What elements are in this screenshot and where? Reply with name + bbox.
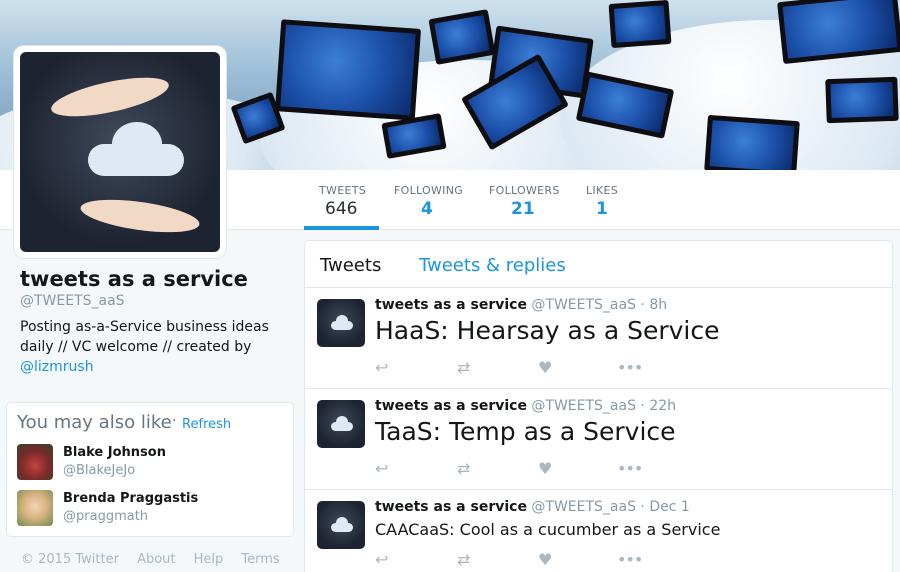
tweet-avatar[interactable] [317,501,365,549]
tweet-time-separator: · [635,398,650,414]
suggestion-item[interactable]: Blake Johnson @BlakeJeJo [17,444,287,482]
tweet-actions: ↩ ⇄ ♥ ••• [375,551,655,569]
retweet-icon[interactable]: ⇄ [457,460,470,478]
stat-tweets[interactable]: TWEETS 646 [319,184,366,219]
reply-icon[interactable]: ↩ [375,359,388,377]
timeline-tabs: Tweets Tweets & replies [305,241,892,288]
module-separator: · [172,413,177,429]
profile-bio-link[interactable]: @lizmrush [20,359,94,375]
stat-tweets-label: TWEETS [319,184,366,197]
reply-icon[interactable]: ↩ [375,551,388,569]
stat-following[interactable]: FOLLOWING 4 [394,184,463,219]
footer: © 2015 Twitter About Help Terms [21,552,294,567]
tweet[interactable]: tweets as a service @TWEETS_aaS · 22h Ta… [305,389,892,490]
tweet-header: tweets as a service @TWEETS_aaS · Dec 1 [375,499,690,515]
tweet-timestamp[interactable]: 22h [649,398,676,414]
tweet-time-separator: · [635,499,650,515]
tweet-author-name[interactable]: tweets as a service [375,398,527,414]
tweet-text: CAACaaS: Cool as a cucumber as a Service [375,520,721,539]
refresh-link[interactable]: Refresh [182,417,231,432]
reply-icon[interactable]: ↩ [375,460,388,478]
heart-icon[interactable]: ♥ [538,359,552,377]
tweet-timestamp[interactable]: Dec 1 [649,499,689,515]
tweet-author-handle[interactable]: @TWEETS_aaS [531,499,636,515]
tab-tweets-and-replies[interactable]: Tweets & replies [419,255,566,276]
stat-likes[interactable]: LIKES 1 [586,184,618,219]
tweet-header: tweets as a service @TWEETS_aaS · 8h [375,297,667,313]
suggestion-name[interactable]: Blake Johnson [63,445,166,460]
module-title: You may also like [17,412,172,433]
profile-bio-text: Posting as-a-Service business ideas dail… [20,319,269,355]
retweet-icon[interactable]: ⇄ [457,551,470,569]
tweet-author-handle[interactable]: @TWEETS_aaS [531,297,636,313]
suggestion-item[interactable]: Brenda Praggastis @praggmath [17,490,287,528]
suggestion-handle: @BlakeJeJo [63,463,136,478]
tweet-avatar[interactable] [317,400,365,448]
tweet-text: HaaS: Hearsay as a Service [375,316,720,345]
more-icon[interactable]: ••• [617,359,643,377]
avatar[interactable] [17,490,53,526]
more-icon[interactable]: ••• [617,551,643,569]
footer-copyright: © 2015 Twitter [21,552,119,567]
tweet-time-separator: · [635,297,650,313]
tweet-text: TaaS: Temp as a Service [375,417,676,446]
stat-followers-label: FOLLOWERS [489,184,560,197]
heart-icon[interactable]: ♥ [538,551,552,569]
tweet-header: tweets as a service @TWEETS_aaS · 22h [375,398,676,414]
stat-followers[interactable]: FOLLOWERS 21 [489,184,560,219]
tweet-author-name[interactable]: tweets as a service [375,297,527,313]
tweet-author-name[interactable]: tweets as a service [375,499,527,515]
tab-tweets[interactable]: Tweets [320,255,381,276]
profile-bio: Posting as-a-Service business ideas dail… [20,317,280,377]
tweet-actions: ↩ ⇄ ♥ ••• [375,359,655,377]
footer-about-link[interactable]: About [137,552,175,567]
footer-help-link[interactable]: Help [194,552,224,567]
tweet-timestamp[interactable]: 8h [649,297,667,313]
retweet-icon[interactable]: ⇄ [457,359,470,377]
profile-name: tweets as a service [20,267,248,291]
heart-icon[interactable]: ♥ [538,460,552,478]
tweet[interactable]: tweets as a service @TWEETS_aaS · Dec 1 … [305,490,892,572]
stat-tweets-value: 646 [325,199,358,219]
suggestion-name[interactable]: Brenda Praggastis [63,491,198,506]
active-stat-underline [304,226,379,230]
stat-likes-label: LIKES [586,184,619,197]
tweet-author-handle[interactable]: @TWEETS_aaS [531,398,636,414]
stat-likes-value: 1 [596,199,608,219]
you-may-also-like-module: You may also like · Refresh Blake Johnso… [6,402,294,537]
profile-handle: @TWEETS_aaS [20,293,125,309]
tweet-actions: ↩ ⇄ ♥ ••• [375,460,655,478]
tweet[interactable]: tweets as a service @TWEETS_aaS · 8h Haa… [305,288,892,389]
tweet-avatar[interactable] [317,299,365,347]
stat-following-value: 4 [421,199,433,219]
footer-terms-link[interactable]: Terms [241,552,279,567]
suggestion-handle: @praggmath [63,509,149,524]
cloud-hands-image [20,52,220,252]
profile-avatar[interactable] [14,46,226,258]
more-icon[interactable]: ••• [617,460,643,478]
stat-followers-value: 21 [511,199,535,219]
stat-following-label: FOLLOWING [394,184,464,197]
avatar[interactable] [17,444,53,480]
timeline: Tweets Tweets & replies tweets as a serv… [304,240,893,572]
